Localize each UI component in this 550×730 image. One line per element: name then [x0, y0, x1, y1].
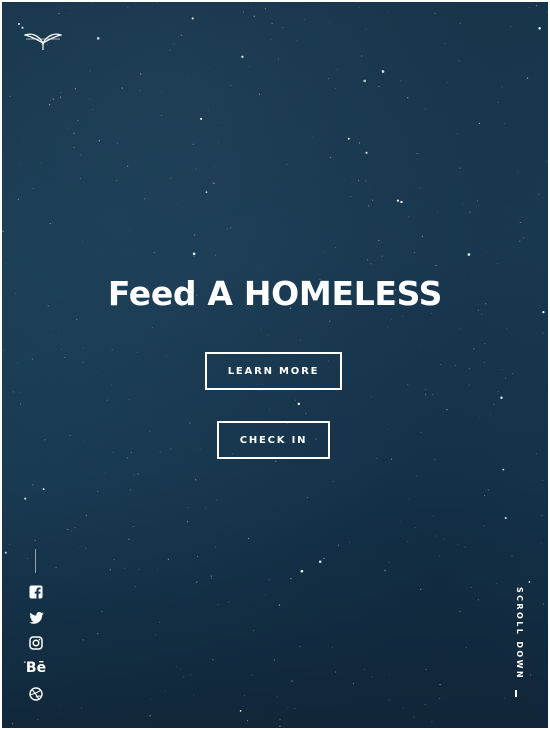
scroll-down-label: SCROLL DOWN: [515, 587, 524, 680]
behance-glyph: Bē: [25, 660, 47, 676]
scroll-indicator: [515, 690, 517, 697]
behance-icon[interactable]: Bē: [26, 659, 46, 677]
learn-more-button[interactable]: LEARN MORE: [205, 352, 342, 390]
hero-title: Feed A HOMELESS: [107, 274, 443, 313]
social-divider: [35, 549, 36, 573]
facebook-icon[interactable]: [26, 583, 46, 601]
twitter-icon[interactable]: [26, 609, 46, 627]
check-in-button[interactable]: CHECK IN: [217, 421, 330, 459]
instagram-icon[interactable]: [26, 634, 46, 652]
dribbble-icon[interactable]: [26, 685, 46, 703]
hero-section: Feed A HOMELESS LEARN MORE CHECK IN Bē S…: [2, 2, 548, 728]
scroll-down-link[interactable]: SCROLL DOWN: [505, 587, 531, 702]
leaf-logo-icon[interactable]: [24, 30, 62, 52]
